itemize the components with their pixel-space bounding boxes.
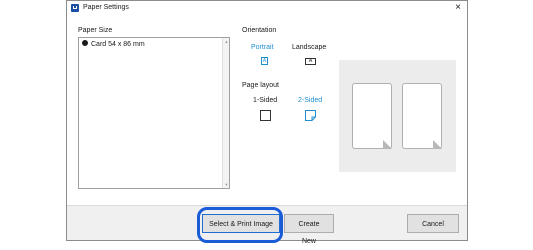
landscape-option-label[interactable]: Landscape bbox=[292, 44, 326, 51]
title-bar: Paper Settings × bbox=[67, 1, 467, 16]
one-sided-icon[interactable] bbox=[260, 110, 271, 121]
back-page-preview bbox=[402, 83, 442, 149]
portrait-option-label[interactable]: Portrait bbox=[251, 44, 274, 51]
paper-settings-dialog: Paper Settings × Paper Size Card 54 x 86… bbox=[66, 0, 468, 245]
dialog-footer: Select & Print Image Create New Cancel bbox=[67, 205, 467, 245]
portrait-icon[interactable]: A bbox=[261, 57, 268, 65]
close-icon[interactable]: × bbox=[455, 2, 461, 13]
scroll-up-icon[interactable]: ▲ bbox=[224, 39, 229, 44]
select-print-image-button[interactable]: Select & Print Image bbox=[202, 214, 280, 233]
two-sided-option-label[interactable]: 2-Sided bbox=[298, 97, 322, 104]
two-sided-icon[interactable] bbox=[305, 110, 316, 121]
landscape-icon[interactable]: A bbox=[305, 58, 316, 65]
create-new-button[interactable]: Create New bbox=[284, 214, 334, 245]
list-item[interactable]: Card 54 x 86 mm bbox=[82, 40, 145, 48]
selected-radio-icon bbox=[82, 40, 88, 47]
paper-size-option-label: Card 54 x 86 mm bbox=[91, 41, 145, 48]
front-page-preview bbox=[352, 83, 392, 149]
app-icon bbox=[71, 4, 79, 12]
list-scrollbar[interactable]: ▲ ▼ bbox=[222, 38, 229, 188]
one-sided-option-label[interactable]: 1-Sided bbox=[253, 97, 277, 104]
cancel-button[interactable]: Cancel bbox=[407, 214, 459, 233]
orientation-label: Orientation bbox=[242, 27, 277, 34]
scroll-down-icon[interactable]: ▼ bbox=[224, 182, 229, 187]
paper-size-label: Paper Size bbox=[78, 27, 113, 34]
page-layout-label: Page layout bbox=[242, 82, 279, 89]
paper-size-list[interactable]: Card 54 x 86 mm ▲ ▼ bbox=[78, 37, 230, 189]
layout-preview bbox=[339, 60, 456, 172]
window-title: Paper Settings bbox=[83, 4, 129, 11]
